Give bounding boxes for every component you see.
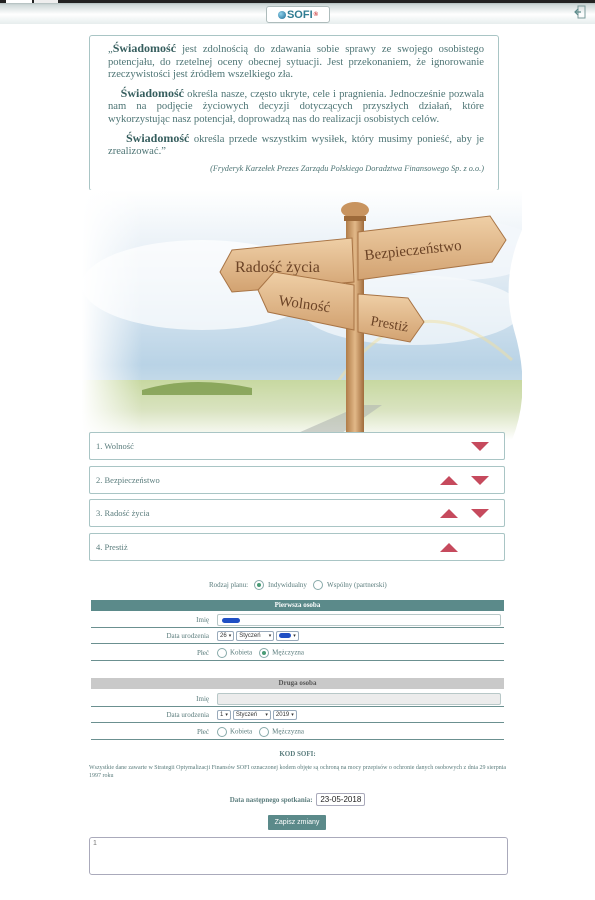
logo-text: SOFI (286, 8, 313, 21)
logo-mark: ® (313, 11, 319, 18)
person1-name-row: Imię (91, 613, 504, 628)
move-up-icon[interactable] (440, 509, 458, 518)
person1-sex-row: Płeć Kobieta Mężczyzna (91, 646, 504, 661)
name-label: Imię (196, 695, 209, 703)
accordion-label: 4. Prestiż (96, 542, 128, 552)
quote-box: „Świadomość jest zdolnością do zdawania … (89, 35, 499, 191)
legal-notice: Wszystkie dane zawarte w Strategii Optym… (89, 765, 507, 779)
person2-male-radio[interactable] (259, 727, 270, 737)
quote-author: (Fryderyk Karzełek Prezes Zarządu Polski… (210, 163, 484, 173)
person2-sex-row: Płeć Kobieta Mężczyzna (91, 725, 504, 740)
move-down-icon[interactable] (471, 442, 489, 451)
plan-joint-radio[interactable] (313, 580, 323, 590)
person2-female-radio[interactable] (217, 727, 227, 737)
logout-icon[interactable] (574, 5, 586, 19)
person2-dob-day-select[interactable]: 1 ▾ (217, 710, 231, 720)
person2-dob-month-select[interactable]: Styczeń ▾ (232, 710, 271, 720)
globe-icon (277, 10, 286, 19)
sex-label: Płeć (196, 728, 209, 736)
male-label: Mężczyzna (272, 727, 305, 736)
accordion-item-prestiz[interactable]: 4. Prestiż (89, 533, 505, 561)
male-label: Mężczyzna (272, 648, 305, 657)
save-button[interactable]: Zapisz zmiany (268, 815, 326, 830)
person2-name-input[interactable] (217, 693, 501, 705)
person2-dob-row: Data urodzenia 1 ▾ Styczeń ▾ 2019 ▾ (91, 708, 504, 723)
person2-header: Druga osoba (91, 678, 504, 689)
female-label: Kobieta (230, 648, 253, 657)
accordion-item-bezpieczenstwo[interactable]: 2. Bezpieczeństwo (89, 466, 505, 494)
next-meeting-label: Data następnego spotkania: (229, 796, 313, 804)
move-down-icon[interactable] (471, 509, 489, 518)
quote-paragraph-2: Świadomość określa nasze, często ukryte,… (108, 85, 484, 125)
accordion-item-radosc[interactable]: 3. Radość życia (89, 499, 505, 527)
keyword: Świadomość (120, 85, 185, 100)
plan-type-label: Rodzaj planu: (209, 581, 249, 589)
accordion-label: 1. Wolność (96, 441, 134, 451)
move-up-icon[interactable] (440, 476, 458, 485)
keyword: Świadomość (112, 41, 177, 55)
person2-dob-year-select[interactable]: 2019 ▾ (272, 710, 297, 720)
dob-label: Data urodzenia (166, 711, 209, 719)
notes-textarea[interactable]: 1 (89, 837, 508, 875)
redacted-value (222, 618, 240, 623)
person1-female-radio[interactable] (217, 648, 227, 658)
person1-dob-day-select[interactable]: 26 ▾ (217, 631, 235, 641)
signpost-image: Radość życia Bezpieczeństwo Wolność Pres… (82, 190, 522, 440)
next-meeting-date-input[interactable]: 23-05-2018 (316, 793, 366, 806)
dob-label: Data urodzenia (166, 632, 209, 640)
next-meeting-row: Data następnego spotkania: 23-05-2018 (0, 793, 595, 806)
accordion-label: 2. Bezpieczeństwo (96, 475, 160, 485)
person1-header: Pierwsza osoba (91, 600, 504, 611)
move-down-icon[interactable] (471, 476, 489, 485)
person1-name-input[interactable] (217, 614, 501, 626)
person1-dob-month-select[interactable]: Styczeń ▾ (236, 631, 275, 641)
person2-name-row: Imię (91, 692, 504, 707)
top-strip (0, 0, 595, 3)
sofi-logo[interactable]: SOFI ® (266, 6, 330, 23)
plan-individual-radio[interactable] (254, 580, 264, 590)
kod-sofi-label: KOD SOFI: (279, 750, 316, 758)
person1-dob-row: Data urodzenia 26 ▾ Styczeń ▾ ▾ (91, 629, 504, 644)
quote-paragraph-1: „Świadomość jest zdolnością do zdawania … (108, 41, 484, 81)
move-up-icon[interactable] (440, 543, 458, 552)
keyword: Świadomość (126, 130, 190, 145)
quote-paragraph-3: Świadomość określa przede wszystkim wysi… (108, 130, 485, 158)
sex-label: Płeć (196, 649, 209, 657)
accordion-label: 3. Radość życia (96, 508, 150, 518)
person1-male-radio[interactable] (259, 648, 270, 658)
plan-joint-label: Wspólny (partnerski) (327, 581, 387, 589)
name-label: Imię (196, 616, 209, 624)
plan-individual-label: Indywidualny (268, 581, 307, 589)
accordion-item-wolnosc[interactable]: 1. Wolność (89, 432, 505, 460)
redacted-value (279, 632, 292, 638)
top-bar: SOFI ® (0, 0, 595, 24)
person1-dob-year-select[interactable]: ▾ (276, 631, 299, 641)
female-label: Kobieta (230, 727, 253, 736)
